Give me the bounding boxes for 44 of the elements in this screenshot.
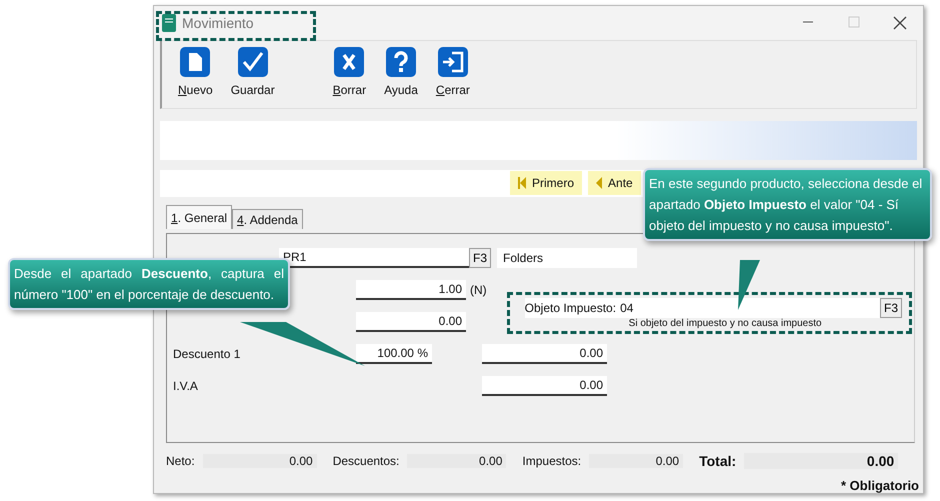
service-name-field: Folders (497, 248, 638, 268)
tab[interactable]: 1. General (166, 205, 232, 230)
total-value: 0.00 (744, 453, 898, 470)
toolbar-button[interactable]: Ayuda (378, 41, 424, 108)
toolbar-button[interactable]: Guardar (224, 41, 281, 108)
total-label: Impuestos: (522, 454, 582, 468)
price-field[interactable]: 0.00 (356, 312, 466, 332)
callout: Desde el apartado Descuento, captura el número "100" en el porcentaje de descuento. (8, 258, 290, 310)
first-icon (518, 177, 526, 190)
navigation-button[interactable]: Ante (588, 171, 641, 196)
vat-amount-field[interactable]: 0.00 (482, 376, 607, 396)
toolbar-button[interactable]: Nuevo (172, 41, 219, 108)
window-title: Movimiento (182, 15, 254, 32)
navigation-button[interactable]: Primero (510, 171, 582, 196)
required-note: * Obligatorio (841, 478, 919, 493)
exit-door-icon (438, 47, 468, 78)
maximize-icon (848, 16, 860, 28)
x-icon (334, 47, 364, 78)
discount-percent-field[interactable]: 100.00 % (356, 344, 432, 364)
app-icon (162, 14, 176, 32)
total-label: Descuentos: (332, 454, 400, 468)
unit-label: (N) (470, 283, 487, 298)
total-value: 0.00 (589, 454, 684, 468)
quantity-field[interactable]: 1.00 (356, 280, 466, 300)
lookup-button[interactable]: F3 (880, 298, 902, 318)
service-code-field[interactable]: PR1 (279, 248, 469, 268)
callout-pointer (738, 260, 760, 310)
field-label: I.V.A (173, 379, 199, 394)
tab[interactable]: 4. Addenda (232, 209, 303, 230)
callout: En este segundo producto, selecciona desde el apartado Objeto Impuesto el valor "04 - Sí objeto del impuesto y no causa impuesto". (643, 168, 932, 241)
total-label: Neto: (166, 454, 195, 468)
help-icon (386, 47, 416, 78)
field-label: Descuento 1 (173, 347, 242, 362)
discount-amount-field[interactable]: 0.00 (482, 344, 607, 364)
previous-icon (596, 177, 602, 190)
toolbar-button[interactable]: Cerrar (430, 41, 476, 108)
total-value: 0.00 (407, 454, 506, 468)
total-label: Total: (699, 453, 736, 470)
close-icon (893, 16, 907, 30)
document-icon (180, 47, 210, 78)
toolbar-button[interactable]: Borrar (326, 41, 372, 108)
total-value: 0.00 (202, 454, 317, 468)
lookup-button[interactable]: F3 (469, 248, 492, 268)
checkmark-icon (238, 47, 268, 78)
